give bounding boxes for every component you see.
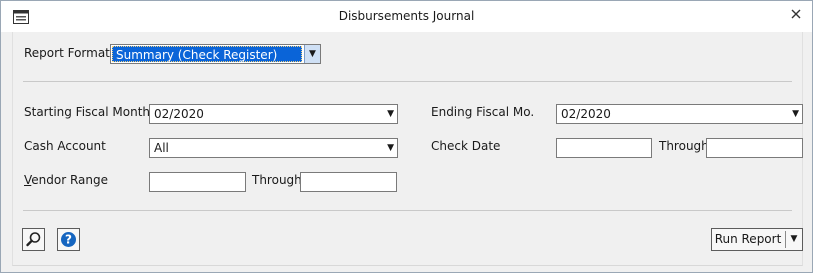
chevron-down-icon: ▼ — [792, 109, 799, 119]
run-report-button[interactable]: Run Report ▼ — [711, 228, 803, 251]
starting-fiscal-month-value: 02/2020 — [154, 107, 204, 121]
report-format-value: Summary (Check Register) — [112, 46, 302, 62]
check-date-label: Check Date — [431, 139, 501, 153]
chevron-down-icon: ▼ — [387, 109, 394, 119]
close-icon — [791, 9, 801, 19]
help-button[interactable]: ? — [57, 228, 80, 251]
dialog-body: Report Format Summary (Check Register) ▼… — [12, 32, 803, 266]
vendor-range-to-input[interactable] — [300, 172, 397, 192]
close-button[interactable] — [781, 3, 811, 25]
starting-fiscal-month-select[interactable]: 02/2020 ▼ — [149, 104, 398, 124]
check-date-through-label: Through — [659, 139, 709, 153]
ending-fiscal-month-label: Ending Fiscal Mo. — [431, 105, 535, 119]
svg-text:?: ? — [65, 233, 72, 247]
chevron-down-icon: ▼ — [309, 49, 316, 59]
starting-fiscal-month-label: Starting Fiscal Month — [24, 105, 151, 119]
cash-account-value: All — [154, 141, 169, 155]
search-button[interactable] — [22, 228, 45, 251]
cash-account-label: Cash Account — [24, 139, 106, 153]
report-format-label: Report Format — [24, 46, 110, 60]
check-date-from-input[interactable] — [556, 138, 652, 158]
ending-fiscal-month-value: 02/2020 — [561, 107, 611, 121]
ending-fiscal-month-select[interactable]: 02/2020 ▼ — [556, 104, 803, 124]
separator-bottom — [23, 210, 792, 211]
separator-top — [23, 81, 792, 82]
window-title: Disbursements Journal — [338, 9, 475, 23]
magnifier-icon — [26, 232, 41, 247]
disbursements-journal-window: Disbursements Journal Report Format Summ… — [0, 0, 813, 273]
report-format-select[interactable]: Summary (Check Register) ▼ — [110, 44, 321, 64]
vendor-range-label: Vendor Range — [24, 173, 108, 187]
run-report-dropdown-button[interactable]: ▼ — [786, 229, 802, 250]
chevron-down-icon: ▼ — [387, 143, 394, 153]
check-date-to-input[interactable] — [706, 138, 803, 158]
report-format-dropdown-button[interactable]: ▼ — [304, 45, 320, 63]
run-report-label: Run Report — [714, 232, 782, 246]
chevron-down-icon: ▼ — [790, 234, 798, 244]
vendor-range-from-input[interactable] — [149, 172, 246, 192]
vendor-range-through-label: Through — [252, 173, 302, 187]
vendor-range-label-rest: endor Range — [31, 173, 109, 187]
cash-account-select[interactable]: All ▼ — [149, 138, 398, 158]
title-bar: Disbursements Journal — [1, 1, 812, 32]
help-icon: ? — [61, 232, 76, 247]
